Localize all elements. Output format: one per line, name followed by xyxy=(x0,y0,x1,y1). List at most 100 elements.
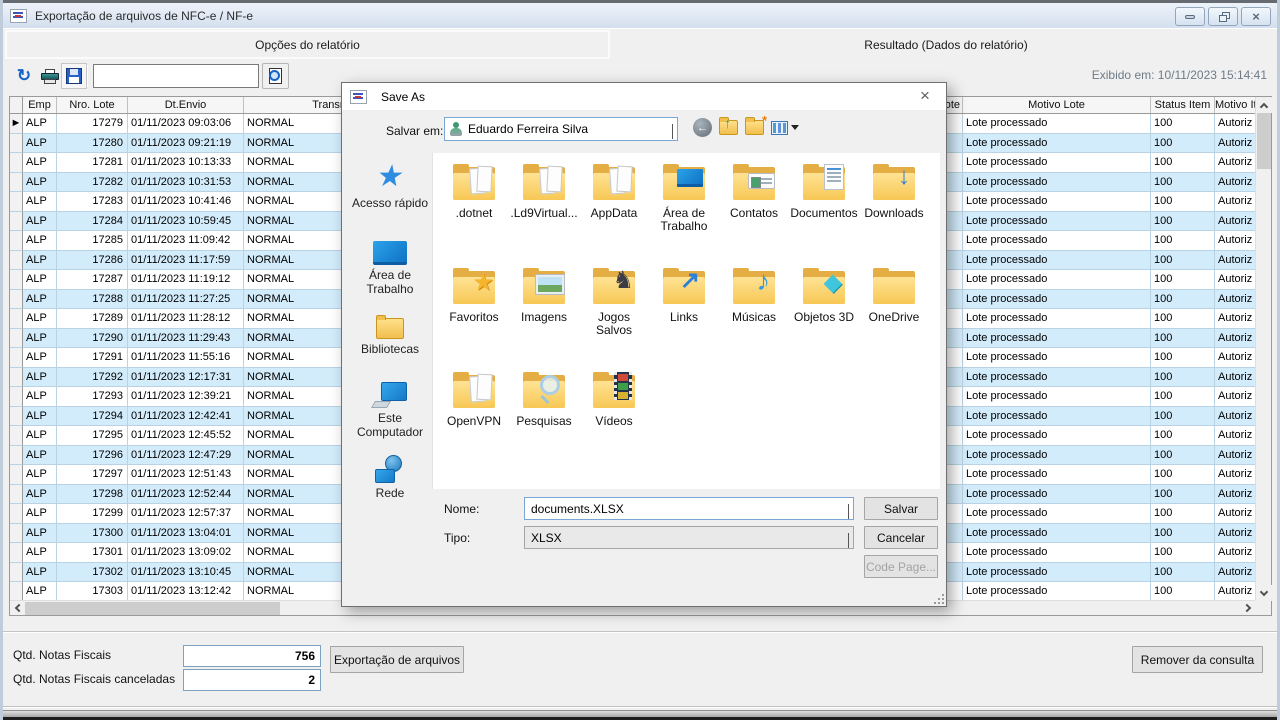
cell-status-item: 100 xyxy=(1151,504,1215,524)
printer-icon xyxy=(41,69,59,84)
exportacao-arquivos-button[interactable]: Exportação de arquivos xyxy=(330,646,464,673)
header-motivo-lote[interactable]: Motivo Lote xyxy=(963,97,1151,113)
refresh-button[interactable]: ↻ xyxy=(11,63,37,89)
cell-emp: ALP xyxy=(23,485,57,505)
cell-emp: ALP xyxy=(23,524,57,544)
folder-item[interactable]: ★ Favoritos xyxy=(439,263,509,367)
scroll-down-button[interactable] xyxy=(1256,585,1272,601)
folder-item[interactable]: AppData xyxy=(579,159,649,263)
file-name-combobox[interactable]: documents.XLSX xyxy=(524,497,854,520)
cell-status-item: 100 xyxy=(1151,368,1215,388)
sidebar-item-acesso-rapido[interactable]: ★ Acesso rápido xyxy=(350,161,430,210)
cell-nro-lote: 17288 xyxy=(57,290,128,310)
folder-item[interactable]: Documentos xyxy=(789,159,859,263)
filter-input[interactable] xyxy=(93,64,259,88)
sidebar-item-bibliotecas[interactable]: Bibliotecas xyxy=(350,312,430,356)
scroll-up-button[interactable] xyxy=(1256,97,1272,113)
print-button[interactable] xyxy=(37,63,63,89)
tab-opcoes-relatorio[interactable]: Opções do relatório xyxy=(5,30,610,59)
cell-motivo-item: Autoriz xyxy=(1215,192,1256,212)
folder-item[interactable]: Imagens xyxy=(509,263,579,367)
window-title: Exportação de arquivos de NFC-e / NF-e xyxy=(35,9,253,23)
cell-motivo-item: Autoriz xyxy=(1215,212,1256,232)
resize-grip[interactable] xyxy=(934,594,944,604)
folder-label: Downloads xyxy=(864,207,923,220)
cell-nro-lote: 17292 xyxy=(57,368,128,388)
restore-button[interactable] xyxy=(1208,7,1238,26)
back-icon: ← xyxy=(697,122,708,134)
cell-motivo-item: Autoriz xyxy=(1215,134,1256,154)
current-row-indicator xyxy=(10,504,23,524)
new-folder-button[interactable]: * xyxy=(745,120,764,135)
header-nro-lote[interactable]: Nro. Lote xyxy=(57,97,128,113)
scroll-left-button[interactable] xyxy=(10,601,25,615)
save-button[interactable] xyxy=(61,63,87,89)
folder-item[interactable]: ◆ Objetos 3D xyxy=(789,263,859,367)
cell-status-item: 100 xyxy=(1151,582,1215,601)
current-row-indicator xyxy=(10,251,23,271)
folder-item[interactable]: ↓ Downloads xyxy=(859,159,929,263)
remover-consulta-button[interactable]: Remover da consulta xyxy=(1132,646,1263,673)
cell-motivo-item: Autoriz xyxy=(1215,543,1256,563)
folder-icon xyxy=(450,163,498,203)
cell-emp: ALP xyxy=(23,173,57,193)
cell-motivo-lote: Lote processado xyxy=(963,465,1151,485)
current-row-indicator xyxy=(10,563,23,583)
scroll-right-button[interactable] xyxy=(1241,601,1256,615)
sidebar-item-rede[interactable]: Rede xyxy=(350,455,430,500)
file-type-combobox[interactable]: XLSX xyxy=(524,526,854,549)
cell-motivo-item: Autoriz xyxy=(1215,153,1256,173)
folder-item[interactable]: Vídeos xyxy=(579,367,649,471)
cell-motivo-lote: Lote processado xyxy=(963,582,1151,601)
vertical-scroll-thumb[interactable] xyxy=(1257,113,1271,169)
cell-emp: ALP xyxy=(23,309,57,329)
header-emp[interactable]: Emp xyxy=(23,97,57,113)
close-button[interactable]: × xyxy=(1241,7,1271,26)
tab-resultado[interactable]: Resultado (Dados do relatório) xyxy=(612,30,1280,59)
header-status-item[interactable]: Status Item xyxy=(1151,97,1215,113)
current-row-indicator xyxy=(10,485,23,505)
cell-emp: ALP xyxy=(23,251,57,271)
preview-button[interactable] xyxy=(262,63,289,89)
sidebar-item-este-computador[interactable]: Este Computador xyxy=(350,378,430,439)
folder-item[interactable]: .dotnet xyxy=(439,159,509,263)
folder-item[interactable]: Contatos xyxy=(719,159,789,263)
cell-motivo-lote: Lote processado xyxy=(963,134,1151,154)
folder-item[interactable]: ↗ Links xyxy=(649,263,719,367)
dialog-close-button[interactable]: × xyxy=(914,85,936,107)
view-menu-button[interactable] xyxy=(771,121,799,135)
cell-status-item: 100 xyxy=(1151,114,1215,134)
up-one-level-button[interactable]: ↑ xyxy=(719,120,738,135)
save-in-combobox[interactable]: Eduardo Ferreira Silva xyxy=(444,117,678,141)
vertical-scrollbar[interactable] xyxy=(1255,97,1271,601)
current-row-indicator xyxy=(10,543,23,563)
file-name-value: documents.XLSX xyxy=(531,502,624,516)
folder-item[interactable]: OpenVPN xyxy=(439,367,509,471)
cancelar-button[interactable]: Cancelar xyxy=(864,526,938,549)
cell-nro-lote: 17282 xyxy=(57,173,128,193)
horizontal-scroll-thumb[interactable] xyxy=(25,602,280,615)
quick-access-icon: ★ xyxy=(374,161,405,193)
folder-icon: ↗ xyxy=(660,267,708,307)
cell-status-item: 100 xyxy=(1151,192,1215,212)
current-row-indicator xyxy=(10,446,23,466)
save-icon xyxy=(66,68,82,84)
header-dt-envio[interactable]: Dt.Envio xyxy=(128,97,244,113)
folder-item[interactable]: Pesquisas xyxy=(509,367,579,471)
cell-motivo-lote: Lote processado xyxy=(963,446,1151,466)
folder-item[interactable]: ♪ Músicas xyxy=(719,263,789,367)
folder-item[interactable]: .Ld9Virtual... xyxy=(509,159,579,263)
folder-item[interactable]: Área de Trabalho xyxy=(649,159,719,263)
minimize-button[interactable] xyxy=(1175,7,1205,26)
qtd-canceladas-label: Qtd. Notas Fiscais canceladas xyxy=(13,672,175,686)
folder-item[interactable]: ♞ Jogos Salvos xyxy=(579,263,649,367)
save-in-value: Eduardo Ferreira Silva xyxy=(468,122,588,136)
salvar-button[interactable]: Salvar xyxy=(864,497,938,520)
minimize-icon xyxy=(1185,15,1195,19)
sidebar-item-area-de-trabalho[interactable]: Área de Trabalho xyxy=(350,237,430,296)
cell-motivo-item: Autoriz xyxy=(1215,173,1256,193)
up-arrow-icon: ↑ xyxy=(724,115,731,131)
back-button[interactable]: ← xyxy=(693,118,712,137)
header-motivo-item[interactable]: Motivo Item xyxy=(1215,97,1256,113)
folder-item[interactable]: OneDrive xyxy=(859,263,929,367)
